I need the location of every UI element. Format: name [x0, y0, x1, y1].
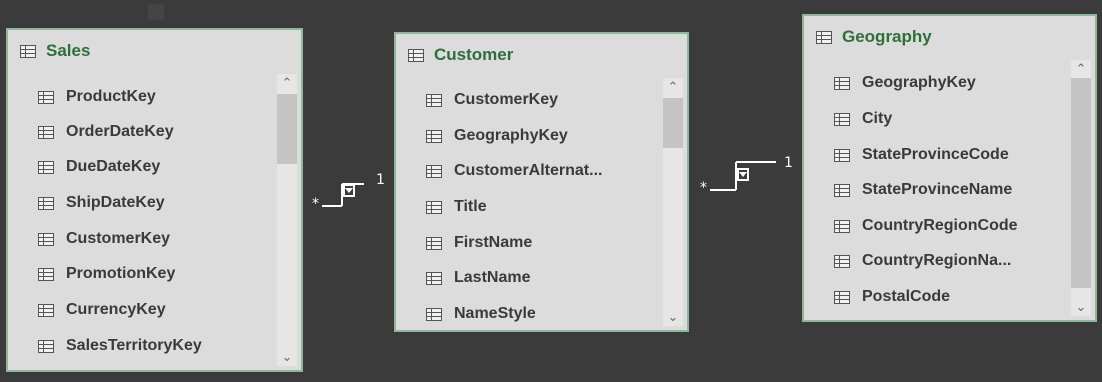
field-item[interactable]: City — [804, 104, 1069, 134]
many-cardinality-label: * — [700, 180, 707, 196]
field-item[interactable]: StateProvinceName — [804, 175, 1069, 205]
column-icon — [38, 125, 54, 139]
column-icon — [38, 90, 54, 104]
canvas-marker — [148, 4, 164, 20]
field-item[interactable]: GeographyKey — [804, 68, 1069, 98]
column-icon — [834, 290, 850, 304]
field-item[interactable]: OrderDateKey — [8, 117, 275, 147]
table-header[interactable]: Customer — [396, 34, 687, 76]
field-item[interactable]: CustomerKey — [8, 224, 275, 254]
model-diagram-canvas: Sales ProductKey OrderDateKey DueDateKey… — [0, 0, 1102, 382]
column-icon — [834, 254, 850, 268]
field-item[interactable]: CurrencyKey — [8, 295, 275, 325]
field-label: FirstName — [454, 234, 533, 251]
column-icon — [38, 160, 54, 174]
column-icon — [834, 112, 850, 126]
table-title: Customer — [434, 45, 514, 64]
column-icon — [38, 196, 54, 210]
field-item[interactable]: ProductKey — [8, 82, 275, 112]
field-item[interactable]: GeographyKey — [396, 121, 661, 151]
relationship-line[interactable] — [696, 152, 796, 202]
field-label: PostalCode — [862, 288, 951, 305]
field-item[interactable]: CountryRegionCode — [804, 211, 1069, 241]
many-cardinality-label: * — [312, 196, 319, 212]
column-icon — [426, 93, 442, 107]
table-title: Sales — [46, 41, 91, 60]
table-geography[interactable]: Geography GeographyKey City StateProvinc… — [802, 14, 1097, 322]
column-icon — [426, 129, 442, 143]
field-label: CountryRegionNa... — [862, 252, 1012, 269]
field-label: StateProvinceName — [862, 181, 1013, 198]
column-icon — [38, 232, 54, 246]
column-icon — [834, 183, 850, 197]
field-label: GeographyKey — [454, 127, 568, 144]
field-label: CurrencyKey — [66, 301, 166, 318]
scroll-down-icon[interactable]: ⌄ — [663, 310, 683, 324]
table-title: Geography — [842, 27, 932, 46]
column-icon — [426, 307, 442, 321]
scroll-thumb[interactable] — [277, 94, 297, 164]
column-icon — [38, 303, 54, 317]
field-item[interactable]: StateProvinceCode — [804, 140, 1069, 170]
field-item[interactable]: FirstName — [396, 228, 661, 258]
field-label: CustomerAlternat... — [454, 162, 603, 179]
column-icon — [426, 200, 442, 214]
column-icon — [38, 267, 54, 281]
table-icon — [408, 48, 424, 62]
field-item[interactable]: PostalCode — [804, 282, 1069, 312]
field-label: OrderDateKey — [66, 123, 174, 140]
scrollbar[interactable]: ⌃ ⌄ — [663, 78, 683, 326]
column-icon — [426, 236, 442, 250]
field-item[interactable]: LastName — [396, 263, 661, 293]
field-label: ProductKey — [66, 88, 156, 105]
field-label: ShipDateKey — [66, 194, 165, 211]
field-item[interactable]: ShipDateKey — [8, 188, 275, 218]
one-cardinality-label: 1 — [376, 172, 385, 188]
field-label: StateProvinceCode — [862, 146, 1009, 163]
field-item[interactable]: CountryRegionNa... — [804, 246, 1069, 276]
table-icon — [816, 30, 832, 44]
table-header[interactable]: Sales — [8, 30, 301, 72]
scrollbar[interactable]: ⌃ ⌄ — [277, 74, 297, 366]
table-icon — [20, 44, 36, 58]
field-label: Title — [454, 198, 487, 215]
field-label: CustomerKey — [66, 230, 171, 247]
field-label: LastName — [454, 269, 531, 286]
field-item[interactable]: NameStyle — [396, 299, 661, 329]
field-item[interactable]: Title — [396, 192, 661, 222]
field-label: CountryRegionCode — [862, 217, 1018, 234]
field-item[interactable]: CustomerKey — [396, 85, 661, 115]
scroll-up-icon[interactable]: ⌃ — [663, 80, 683, 94]
table-sales[interactable]: Sales ProductKey OrderDateKey DueDateKey… — [6, 28, 303, 372]
field-item[interactable]: PromotionKey — [8, 259, 275, 289]
column-icon — [38, 339, 54, 353]
field-item[interactable]: CustomerAlternat... — [396, 156, 661, 186]
field-label: SalesTerritoryKey — [66, 337, 202, 354]
column-icon — [834, 219, 850, 233]
field-item[interactable]: DueDateKey — [8, 152, 275, 182]
field-item[interactable]: SalesTerritoryKey — [8, 331, 275, 361]
column-icon — [426, 164, 442, 178]
column-icon — [834, 76, 850, 90]
field-label: NameStyle — [454, 305, 536, 322]
field-label: PromotionKey — [66, 265, 176, 282]
field-label: City — [862, 110, 893, 127]
scroll-down-icon[interactable]: ⌄ — [1071, 300, 1091, 314]
one-cardinality-label: 1 — [784, 155, 793, 171]
field-label: CustomerKey — [454, 91, 559, 108]
table-customer[interactable]: Customer CustomerKey GeographyKey Custom… — [394, 32, 689, 332]
field-label: GeographyKey — [862, 74, 976, 91]
table-header[interactable]: Geography — [804, 16, 1095, 58]
scroll-thumb[interactable] — [1071, 78, 1091, 288]
scroll-thumb[interactable] — [663, 98, 683, 148]
scroll-up-icon[interactable]: ⌃ — [1071, 62, 1091, 76]
field-label: DueDateKey — [66, 158, 161, 175]
column-icon — [834, 148, 850, 162]
scrollbar[interactable]: ⌃ ⌄ — [1071, 60, 1091, 316]
scroll-up-icon[interactable]: ⌃ — [277, 76, 297, 90]
column-icon — [426, 271, 442, 285]
scroll-down-icon[interactable]: ⌄ — [277, 350, 297, 364]
